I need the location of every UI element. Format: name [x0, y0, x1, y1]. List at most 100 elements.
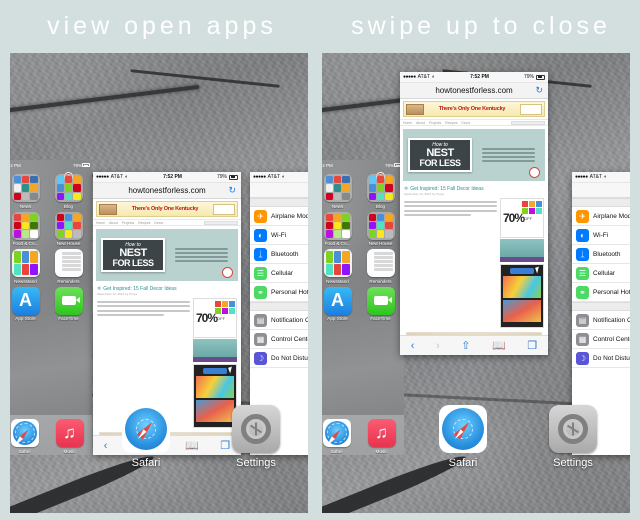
pin-image[interactable] — [196, 400, 234, 422]
settings-row-bluetooth[interactable]: ᛣ Bluetooth — [572, 245, 630, 264]
post-title[interactable]: ❄ Get Inspired: 15 Fall Decor Ideas — [400, 184, 548, 192]
safari-url-bar[interactable]: howtonestforless.com ↻ — [400, 83, 548, 99]
dock-icon-safari[interactable]: Safari — [322, 419, 351, 455]
site-search-input[interactable] — [204, 220, 238, 225]
app-icon-reminders[interactable]: Reminders — [362, 249, 399, 284]
settings-row-cellular[interactable]: ☰ Cellular — [572, 264, 630, 283]
bottom-app-label: Safari — [448, 457, 478, 469]
site-logo: How to NEST FOR LESS — [408, 138, 472, 172]
safari-url-bar[interactable]: howtonestforless.com ↻ — [93, 183, 241, 199]
app-card-safari-swiping[interactable]: ●●●●● AT&T ◐ 7:52 PM 79% howtonestforles… — [400, 72, 548, 355]
app-icon-news[interactable]: News — [322, 174, 356, 209]
facetime-icon — [54, 286, 83, 315]
app-icon-food[interactable]: Food & Co... — [322, 211, 356, 246]
pin-image[interactable] — [503, 300, 541, 322]
carrier-label: AT&T — [267, 174, 281, 180]
back-icon[interactable]: ‹ — [104, 440, 108, 452]
settings-row-label: Notification Center — [593, 316, 630, 324]
settings-row-wifi[interactable]: ◐ Wi-Fi — [250, 226, 308, 245]
settings-row-notification-center[interactable]: ▤ Notification Center — [572, 311, 630, 330]
nav-item[interactable]: Recipes — [445, 121, 457, 125]
nav-item[interactable]: Projects — [429, 121, 441, 125]
settings-row-bluetooth[interactable]: ᛣ Bluetooth — [250, 245, 308, 264]
site-navigation[interactable]: Home About Projects Recipes Decor — [93, 219, 241, 226]
nav-item[interactable]: Recipes — [138, 221, 150, 225]
site-logo: How to NEST FOR LESS — [101, 238, 165, 272]
sale-ad[interactable]: 70% OFF — [500, 198, 544, 238]
app-icon-food[interactable]: Food & Co... — [10, 211, 44, 246]
settings-row-wifi[interactable]: ◐ Wi-Fi — [572, 226, 630, 245]
pinterest-widget[interactable] — [193, 364, 237, 428]
sidebar-ad-column[interactable]: 70% OFF — [193, 298, 237, 428]
ad-banner[interactable]: There's Only One Kentucky — [96, 201, 238, 217]
app-icon-facetime[interactable]: FaceTime — [50, 286, 87, 321]
settings-title: Settings — [250, 183, 308, 198]
dock-icon-safari[interactable]: Safari — [10, 419, 39, 455]
app-card-home-screen[interactable]: 7:52 PM 79% News 2 — [10, 160, 92, 455]
settings-row-do-not-disturb[interactable]: ☽ Do Not Disturb — [572, 349, 630, 368]
bookmarks-icon[interactable]: 📖 — [492, 339, 506, 352]
right-panel: 7:52 PM 79% News 2 — [322, 53, 630, 513]
post-title[interactable]: ❄ Get Inspired: 15 Fall Decor Ideas — [93, 284, 241, 292]
settings-row-personal-hotspot[interactable]: ⚭ Personal Hotspot — [572, 283, 630, 302]
app-icon-reminders[interactable]: Reminders — [50, 249, 87, 284]
tabs-icon[interactable]: ❐ — [527, 339, 537, 352]
settings-row-notification-center[interactable]: ▤ Notification Center — [250, 311, 308, 330]
dock-icon-music[interactable]: ♫ Music — [55, 419, 84, 455]
app-icon-blog[interactable]: 2 Blog — [362, 172, 399, 209]
nav-item[interactable]: Decor — [461, 121, 470, 125]
settings-row-control-center[interactable]: ▦ Control Center — [572, 330, 630, 349]
ad-banner[interactable]: There's Only One Kentucky — [403, 101, 545, 117]
sale-ad[interactable]: 70% OFF — [193, 298, 237, 338]
settings-row-personal-hotspot[interactable]: ⚭ Personal Hotspot — [250, 283, 308, 302]
dock-icon-music[interactable]: ♫ Music — [367, 419, 396, 455]
settings-row-control-center[interactable]: ▦ Control Center — [250, 330, 308, 349]
pin-image[interactable] — [503, 276, 541, 298]
app-label: Reminders — [369, 278, 392, 284]
site-navigation[interactable]: Home About Projects Recipes Decor — [400, 119, 548, 126]
back-icon[interactable]: ‹ — [411, 340, 415, 352]
nav-item[interactable]: About — [109, 221, 118, 225]
forward-icon[interactable]: › — [436, 340, 440, 352]
reload-icon[interactable]: ↻ — [228, 185, 236, 196]
app-icon-new-house[interactable]: New House — [362, 211, 399, 246]
app-icon-blog[interactable]: 2 Blog — [50, 172, 87, 209]
settings-row-do-not-disturb[interactable]: ☽ Do Not Disturb — [250, 349, 308, 368]
nav-item[interactable]: Home — [96, 221, 105, 225]
nav-item[interactable]: Decor — [154, 221, 163, 225]
nav-item[interactable]: Projects — [122, 221, 134, 225]
safari-bottom-toolbar[interactable]: ‹ › ⇧ 📖 ❐ — [400, 335, 548, 355]
settings-row-label: Airplane Mode — [271, 212, 308, 220]
settings-row-airplane-mode[interactable]: ✈ Airplane Mode — [250, 207, 308, 226]
bottom-app-settings[interactable]: Settings — [549, 405, 597, 469]
app-icon-news[interactable]: News — [10, 174, 44, 209]
moon-icon: ☽ — [576, 351, 589, 365]
app-icon-newsstand[interactable]: Newsstand — [10, 249, 44, 284]
nav-item[interactable]: Home — [403, 121, 412, 125]
app-icon-app-store[interactable]: A App Store — [322, 286, 356, 321]
pin-image[interactable] — [196, 376, 234, 398]
app-card-home-screen[interactable]: 7:52 PM 79% News 2 — [322, 160, 404, 455]
bookmarks-icon[interactable]: 📖 — [185, 439, 199, 452]
tabs-icon[interactable]: ❐ — [220, 439, 230, 452]
pinterest-widget[interactable] — [500, 264, 544, 328]
app-icon-app-store[interactable]: A App Store — [10, 286, 44, 321]
bottom-app-settings[interactable]: Settings — [232, 405, 280, 469]
app-icon-new-house[interactable]: New House — [50, 211, 87, 246]
settings-row-airplane-mode[interactable]: ✈ Airplane Mode — [572, 207, 630, 226]
sign-up-button[interactable] — [510, 268, 534, 274]
share-icon[interactable]: ⇧ — [461, 339, 470, 352]
nav-item[interactable]: About — [416, 121, 425, 125]
bottom-app-safari[interactable]: Safari — [439, 405, 487, 469]
app-label: Blog — [63, 203, 74, 209]
settings-row-cellular[interactable]: ☰ Cellular — [250, 264, 308, 283]
settings-row-label: Cellular — [593, 269, 616, 277]
app-icon-newsstand[interactable]: Newsstand — [322, 249, 356, 284]
sign-up-button[interactable] — [203, 368, 227, 374]
sidebar-ad-column[interactable]: 70% OFF — [500, 198, 544, 328]
site-search-input[interactable] — [511, 120, 545, 125]
app-icon-facetime[interactable]: FaceTime — [362, 286, 399, 321]
reload-icon[interactable]: ↻ — [535, 85, 543, 96]
bottom-app-safari[interactable]: Safari — [122, 405, 170, 469]
safari-compass-icon — [122, 405, 170, 453]
